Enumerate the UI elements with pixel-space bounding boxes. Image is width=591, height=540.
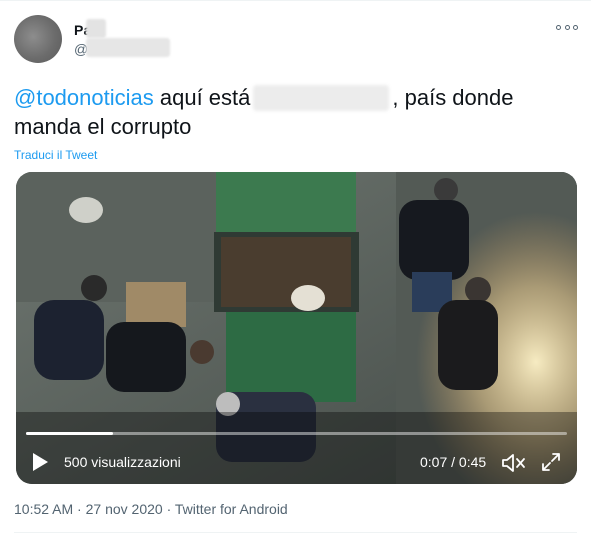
more-horizontal-icon xyxy=(564,24,570,30)
tweet-card: Pa @ @todonoticias aquí está, país donde… xyxy=(0,0,591,540)
meta-separator: · xyxy=(162,501,175,517)
translate-tweet-link[interactable]: Traduci il Tweet xyxy=(14,148,97,162)
more-horizontal-icon xyxy=(573,24,578,30)
tweet-time[interactable]: 10:52 AM xyxy=(14,501,73,517)
video-player[interactable]: 500 visualizzazioni 0:07 / 0:45 xyxy=(16,172,577,484)
play-icon xyxy=(33,453,48,471)
divider xyxy=(14,532,577,533)
view-count: 500 visualizzazioni xyxy=(64,454,181,470)
redaction-blur xyxy=(253,85,390,111)
redaction-blur xyxy=(86,19,106,38)
meta-separator: · xyxy=(73,501,86,517)
tweet-source[interactable]: Twitter for Android xyxy=(175,501,288,517)
video-progress-bar[interactable] xyxy=(26,432,567,435)
tweet-text-part: aquí está xyxy=(153,85,251,110)
tweet-metadata: 10:52 AM · 27 nov 2020 · Twitter for And… xyxy=(14,501,288,517)
video-frame xyxy=(16,172,577,484)
video-time: 0:07 / 0:45 xyxy=(420,454,487,470)
video-progress-fill xyxy=(26,432,113,435)
mute-button[interactable] xyxy=(501,452,527,474)
more-horizontal-icon xyxy=(556,24,561,30)
mention-link[interactable]: @todonoticias xyxy=(14,85,154,110)
redaction-blur xyxy=(86,38,170,57)
volume-muted-icon xyxy=(502,454,525,472)
more-options-button[interactable] xyxy=(556,19,578,35)
tweet-date[interactable]: 27 nov 2020 xyxy=(86,501,163,517)
fullscreen-button[interactable] xyxy=(540,451,562,473)
fullscreen-icon xyxy=(542,453,560,471)
play-button[interactable] xyxy=(30,451,50,473)
avatar[interactable] xyxy=(14,15,62,63)
tweet-text: @todonoticias aquí está, país donde mand… xyxy=(14,83,574,141)
